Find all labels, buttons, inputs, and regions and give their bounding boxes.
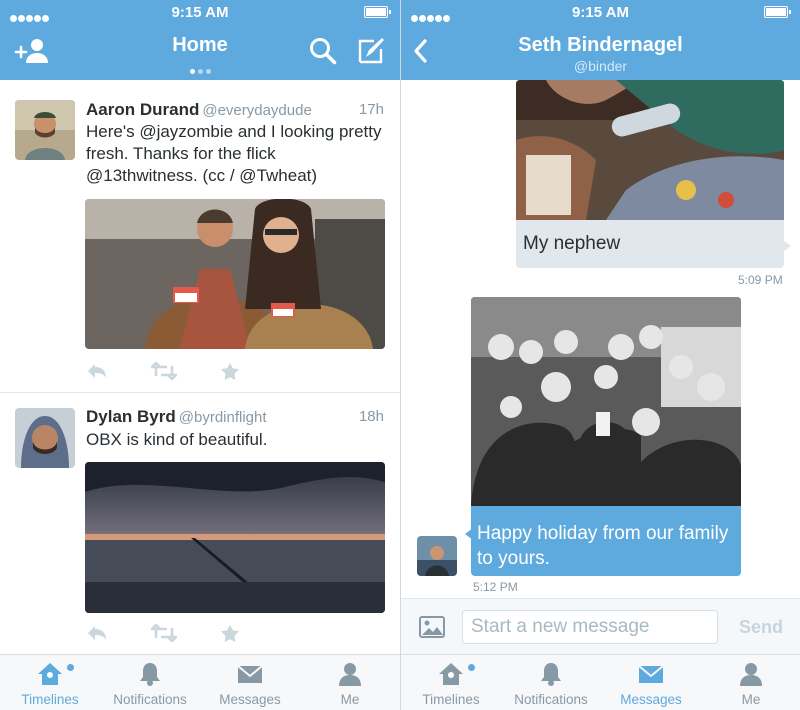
tab-label: Notifications [514, 692, 588, 707]
favorite-icon[interactable] [219, 362, 241, 380]
page-title: Home [172, 34, 228, 56]
author-handle: @everydaydude [202, 102, 312, 119]
tweet[interactable]: Aaron Durand @everydaydude 17h Here's @ja… [0, 80, 400, 393]
tab-me[interactable]: Me [701, 655, 800, 710]
reply-icon[interactable] [86, 362, 108, 380]
author-handle: @byrdinflight [178, 409, 267, 426]
bell-icon [538, 661, 564, 687]
photo-icon[interactable] [419, 616, 445, 638]
retweet-icon[interactable] [148, 361, 180, 381]
status-bar: 9:15 AM [0, 0, 400, 24]
battery-icon [364, 6, 391, 18]
author-name: Aaron Durand [86, 100, 200, 119]
nav-bar: 9:15 AM Seth Bindernagel @binder [401, 0, 800, 80]
tab-messages[interactable]: Messages [601, 655, 701, 710]
reply-icon[interactable] [86, 624, 108, 642]
tab-notifications[interactable]: Notifications [100, 655, 200, 710]
envelope-icon [638, 661, 664, 687]
envelope-icon [237, 661, 263, 687]
tweet-text: Here's @jayzombie and I looking pretty f… [86, 122, 382, 185]
home-screen: 9:15 AM Home Aaron Durand @everydaydude … [0, 0, 400, 710]
avatar[interactable] [15, 408, 75, 468]
tab-notifications[interactable]: Notifications [501, 655, 601, 710]
tweet-age: 17h [358, 101, 384, 118]
unread-dot [468, 664, 475, 671]
bubble-tail [783, 240, 791, 252]
message-photo[interactable] [516, 80, 784, 220]
message-screen: 9:15 AM Seth Bindernagel @binder My neph… [400, 0, 800, 710]
tweet-author[interactable]: Dylan Byrd @byrdinflight [86, 407, 267, 427]
author-name: Dylan Byrd [86, 407, 176, 426]
tweet-actions [86, 623, 246, 644]
send-button[interactable]: Send [739, 617, 783, 638]
page-indicator [0, 61, 400, 79]
message-text: Happy holiday from our family to yours. [477, 523, 729, 569]
tweet-author[interactable]: Aaron Durand @everydaydude [86, 100, 312, 120]
retweet-icon[interactable] [148, 623, 180, 643]
compose-icon[interactable] [356, 36, 386, 66]
bell-icon [137, 661, 163, 687]
status-bar: 9:15 AM [401, 0, 800, 24]
favorite-icon[interactable] [219, 624, 241, 642]
person-icon [337, 661, 363, 687]
tweet-photo[interactable] [85, 199, 385, 349]
tab-timelines[interactable]: Timelines [401, 655, 501, 710]
status-time: 9:15 AM [171, 4, 229, 21]
tab-label: Messages [620, 692, 682, 707]
home-icon [37, 661, 63, 687]
nav-bar: 9:15 AM Home [0, 0, 400, 80]
battery-icon [764, 6, 791, 18]
timeline[interactable]: Aaron Durand @everydaydude 17h Here's @ja… [0, 80, 400, 654]
bubble-tail [465, 528, 473, 540]
message-composer: Start a new message Send [401, 598, 800, 654]
tweet-photo[interactable] [85, 462, 385, 613]
message-text: My nephew [523, 233, 621, 254]
tweet-actions [86, 361, 246, 382]
message-timestamp: 5:09 PM [738, 273, 783, 287]
message-input[interactable]: Start a new message [462, 610, 718, 644]
tab-label: Notifications [113, 692, 187, 707]
message-photo[interactable] [471, 297, 741, 506]
home-icon [438, 661, 464, 687]
search-icon[interactable] [308, 36, 338, 66]
unread-dot [67, 664, 74, 671]
avatar[interactable] [417, 536, 457, 576]
tab-label: Timelines [21, 692, 79, 707]
incoming-message[interactable]: My nephew [516, 80, 784, 268]
tab-label: Messages [219, 692, 281, 707]
avatar[interactable] [15, 100, 75, 160]
tab-me[interactable]: Me [300, 655, 400, 710]
tab-timelines[interactable]: Timelines [0, 655, 100, 710]
message-timestamp: 5:12 PM [473, 580, 518, 594]
tweet[interactable]: Dylan Byrd @byrdinflight 18h OBX is kind … [0, 393, 400, 654]
tab-messages[interactable]: Messages [200, 655, 300, 710]
conversation-handle: @binder [573, 58, 628, 74]
person-icon [738, 661, 764, 687]
tab-bar: Timelines Notifications Messages Me [401, 654, 800, 710]
tab-label: Me [741, 692, 761, 707]
status-time: 9:15 AM [572, 4, 629, 21]
tweet-age: 18h [358, 408, 384, 425]
tweet-text: OBX is kind of beautiful. [86, 430, 268, 449]
conversation-name: Seth Bindernagel [518, 34, 683, 56]
tab-bar: Timelines Notifications Messages Me [0, 654, 400, 710]
tab-label: Me [340, 692, 360, 707]
outgoing-message[interactable]: Happy holiday from our family to yours. [471, 297, 741, 576]
tab-label: Timelines [422, 692, 480, 707]
message-thread[interactable]: My nephew 5:09 PM Happy holiday from our… [401, 80, 800, 598]
